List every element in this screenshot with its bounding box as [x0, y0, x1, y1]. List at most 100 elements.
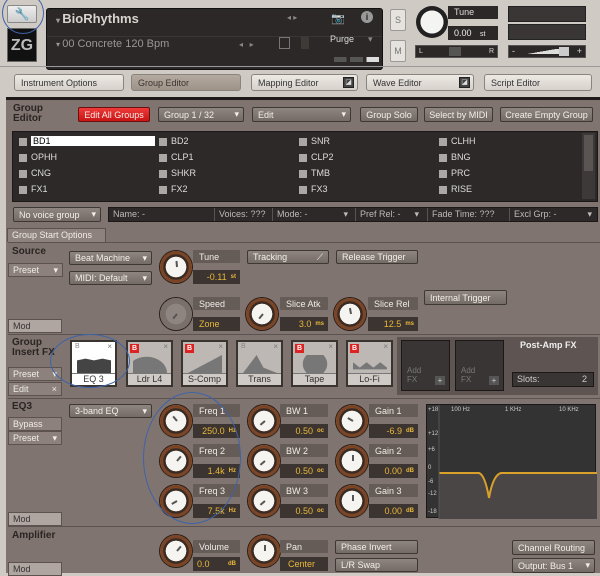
add-fx-slot-1[interactable]: Add FX +	[401, 340, 450, 391]
eq-bw1-value[interactable]: 0.50 oc	[280, 424, 328, 438]
instrument-name[interactable]: ▾ BioRhythms	[56, 11, 139, 26]
lr-swap-button[interactable]: L/R Swap	[335, 558, 418, 572]
save-icon[interactable]	[279, 37, 290, 49]
group-checkbox[interactable]	[159, 154, 167, 162]
create-empty-group-button[interactable]: Create Empty Group	[500, 107, 593, 122]
group-checkbox[interactable]	[439, 170, 447, 178]
close-icon[interactable]: ×	[383, 342, 388, 351]
eq-bw3-value[interactable]: 0.50 oc	[280, 504, 328, 518]
fx-slot-tape[interactable]: B × Tape	[291, 340, 338, 387]
eq-bw1-knob[interactable]	[248, 405, 280, 437]
group-checkbox[interactable]	[19, 154, 27, 162]
eq-gain2-knob[interactable]	[336, 445, 368, 477]
tab-script-editor[interactable]: Script Editor	[484, 74, 592, 91]
insert-fx-edit-button[interactable]: Edit ×	[8, 382, 62, 396]
group-list-item[interactable]: CNG	[19, 168, 139, 180]
source-mode-dropdown[interactable]: Beat Machine	[69, 251, 152, 265]
group-checkbox[interactable]	[439, 186, 447, 194]
group-list-item[interactable]: CLP2	[299, 152, 419, 164]
eq-type-dropdown[interactable]: 3-band EQ	[69, 404, 152, 418]
amplifier-mod-tab[interactable]: Mod	[8, 562, 62, 576]
mode-field[interactable]: Mode: - ▾	[272, 208, 350, 221]
volume-value[interactable]: 0.0 dB	[193, 557, 240, 571]
group-checkbox[interactable]	[299, 186, 307, 194]
group-checkbox[interactable]	[439, 138, 447, 146]
group-checkbox[interactable]	[19, 186, 27, 194]
bypass-badge[interactable]: B	[241, 343, 246, 350]
bypass-badge[interactable]: B	[350, 344, 359, 353]
output-dropdown[interactable]: Output: Bus 1	[512, 558, 595, 573]
pref-rel-field[interactable]: Pref Rel: - ▾	[355, 208, 421, 221]
eq-bypass-button[interactable]: Bypass	[8, 417, 62, 431]
group-list-item[interactable]: FX1	[19, 184, 139, 196]
group-list-item[interactable]: SHKR	[159, 168, 279, 180]
select-by-midi-button[interactable]: Select by MIDI	[424, 107, 493, 122]
pan-value[interactable]: Center	[280, 557, 328, 571]
snapshot-name[interactable]: ▾ 00 Concrete 120 Bpm	[56, 38, 169, 50]
popout-icon[interactable]: ◪	[459, 77, 470, 88]
group-start-options-tab[interactable]: Group Start Options	[7, 228, 106, 242]
pan-handle[interactable]	[449, 47, 461, 56]
bypass-badge[interactable]: B	[185, 344, 194, 353]
eq-bw2-knob[interactable]	[248, 445, 280, 477]
group-list-scrollbar[interactable]	[582, 133, 595, 199]
group-list-item[interactable]: RD1	[19, 200, 139, 201]
eq-bw3-knob[interactable]	[248, 485, 280, 517]
eq-bw2-value[interactable]: 0.50 oc	[280, 464, 328, 478]
info-icon[interactable]: i	[361, 11, 373, 23]
fx-slot-ldr[interactable]: B × Ldr L4	[126, 340, 173, 387]
solo-button[interactable]: S	[390, 9, 406, 31]
group-list-item[interactable]: BNG	[439, 152, 559, 164]
fx-slot-trans[interactable]: B × Trans	[236, 340, 283, 387]
eq-gain3-knob[interactable]	[336, 485, 368, 517]
group-checkbox[interactable]	[299, 154, 307, 162]
volume-handle[interactable]	[559, 47, 569, 56]
eq-gain1-value[interactable]: -6.9 dB	[369, 424, 418, 438]
group-checkbox[interactable]	[439, 154, 447, 162]
group-list-item[interactable]: FX3	[299, 184, 419, 196]
close-icon[interactable]: ×	[328, 342, 333, 351]
slice-rel-value[interactable]: 12.5 ms	[368, 317, 418, 331]
bypass-badge[interactable]: B	[130, 344, 139, 353]
eq-gain2-value[interactable]: 0.00 dB	[369, 464, 418, 478]
tune-knob[interactable]	[416, 6, 448, 38]
internal-trigger-button[interactable]: Internal Trigger	[424, 290, 507, 305]
group-list-item[interactable]: CYM	[299, 200, 419, 201]
volume-plus[interactable]: +	[577, 46, 582, 57]
source-preset-dropdown[interactable]: Preset	[8, 263, 63, 277]
group-list-item[interactable]: BD2	[159, 136, 279, 148]
group-list-item[interactable]: BD1	[19, 136, 155, 148]
eq-preset-dropdown[interactable]: Preset	[8, 431, 62, 445]
group-list-item[interactable]: PRC	[439, 168, 559, 180]
source-tune-value[interactable]: -0.11 st	[193, 270, 240, 284]
group-checkbox[interactable]	[159, 186, 167, 194]
volume-slider[interactable]: - +	[508, 45, 586, 58]
close-icon[interactable]: ×	[163, 342, 168, 351]
pan-slider[interactable]: LR	[415, 45, 498, 58]
phase-invert-button[interactable]: Phase Invert	[335, 540, 418, 554]
edit-dropdown[interactable]: Edit	[252, 107, 351, 122]
eq-mod-tab[interactable]: Mod	[8, 512, 62, 526]
voice-group-dropdown[interactable]: No voice group	[13, 207, 101, 222]
release-trigger-button[interactable]: Release Trigger	[336, 250, 418, 264]
group-checkbox[interactable]	[299, 138, 307, 146]
group-name-field[interactable]: Name: -	[113, 208, 145, 221]
tab-group-editor[interactable]: Group Editor	[131, 74, 241, 91]
fade-time-field[interactable]: Fade Time: ???	[427, 208, 495, 221]
group-list-item[interactable]: FX2	[159, 184, 279, 196]
eq-gain1-knob[interactable]	[336, 405, 368, 437]
group-checkbox[interactable]	[159, 138, 167, 146]
edit-all-groups-button[interactable]: Edit All Groups	[78, 107, 150, 122]
midi-dropdown[interactable]: MIDI: Default	[69, 271, 152, 285]
voices-field[interactable]: Voices: ???	[214, 208, 266, 221]
eq-gain3-value[interactable]: 0.00 dB	[369, 504, 418, 518]
mute-button[interactable]: M	[390, 40, 406, 62]
add-fx-slot-2[interactable]: Add FX +	[455, 340, 504, 391]
group-list-item[interactable]: CLHH	[439, 200, 559, 201]
volume-knob[interactable]	[160, 535, 192, 567]
group-checkbox[interactable]	[299, 170, 307, 178]
tab-wave-editor[interactable]: Wave Editor ◪	[366, 74, 474, 91]
source-mod-tab[interactable]: Mod	[8, 319, 62, 333]
bypass-badge[interactable]: B	[295, 344, 304, 353]
group-list-item[interactable]: CLHH	[439, 136, 559, 148]
